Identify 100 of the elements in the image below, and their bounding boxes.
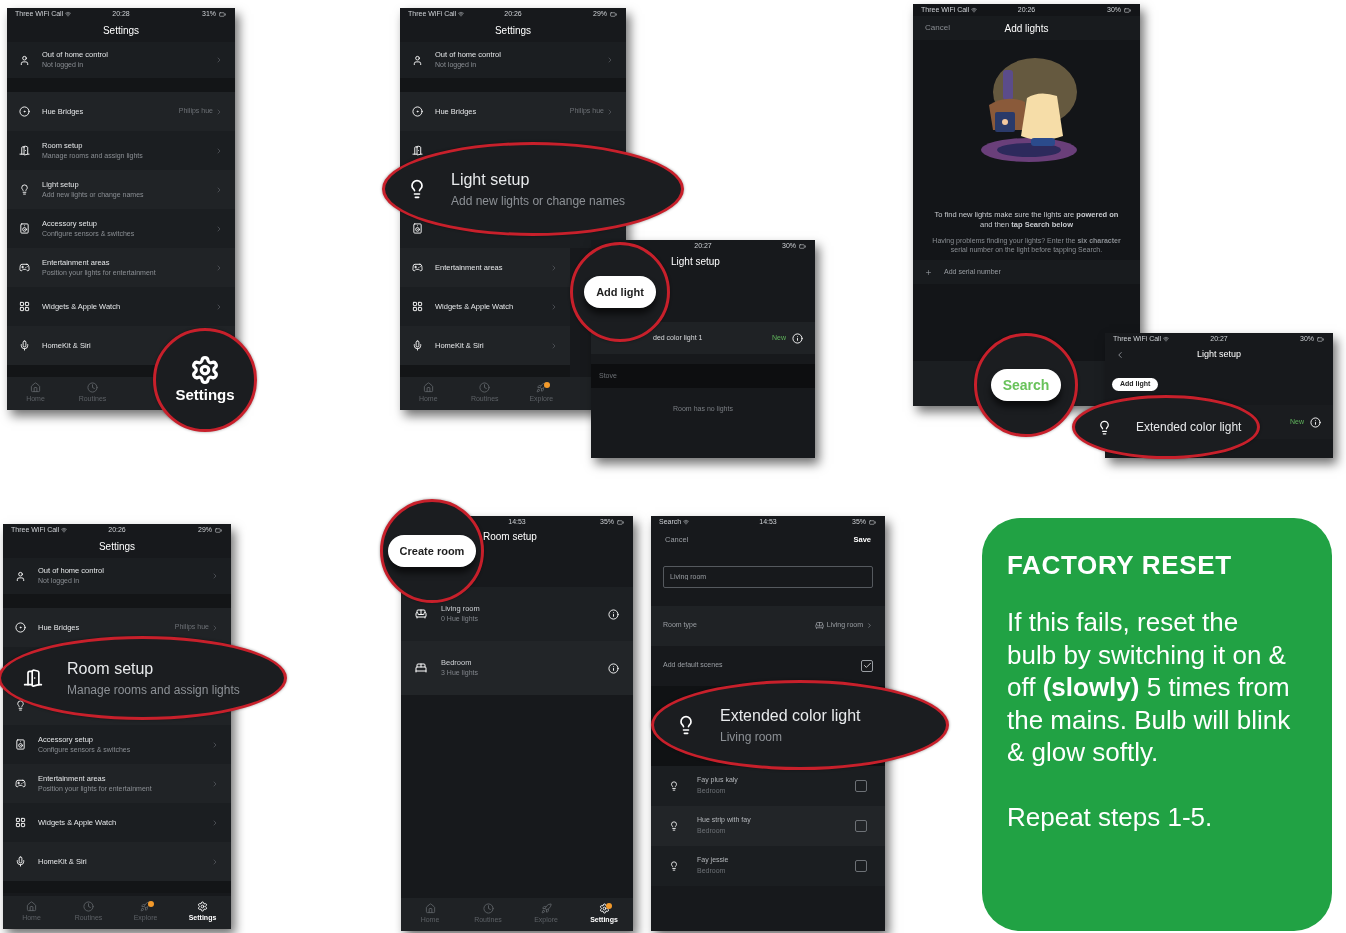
speaker-icon <box>15 739 26 750</box>
settings-icon <box>598 903 610 915</box>
row-subtitle: Add new lights or change names <box>451 193 626 210</box>
wifi-icon <box>683 519 690 525</box>
chevron-icon <box>215 302 223 311</box>
door-icon <box>19 145 30 156</box>
row-title: Extended color light <box>1136 419 1242 436</box>
person-icon <box>15 570 26 582</box>
info-icon[interactable] <box>1310 416 1321 428</box>
grid-icon <box>412 301 423 312</box>
screen-title: Light setup <box>670 255 721 269</box>
chevron-icon <box>550 263 558 272</box>
lightbulb-icon <box>15 700 26 711</box>
home-icon <box>422 382 434 394</box>
lightbulb-icon <box>669 860 679 871</box>
lightbulb-icon <box>19 184 30 195</box>
battery-icon <box>798 242 807 250</box>
door-icon <box>23 668 43 688</box>
info-icon[interactable] <box>792 332 803 344</box>
wifi-icon <box>1163 336 1170 342</box>
settings-icon <box>197 901 208 913</box>
note-text: Repeat steps 1-5. <box>1007 800 1214 833</box>
checkbox[interactable] <box>855 859 867 872</box>
note-title: FACTORY RESET <box>1007 550 1233 580</box>
chevron-icon <box>215 224 223 233</box>
microphone-icon <box>15 856 26 867</box>
app-button[interactable]: Add light <box>584 276 656 308</box>
grid-icon <box>15 817 26 828</box>
screen-title: Settings <box>493 24 533 38</box>
battery-icon <box>609 10 618 18</box>
gamepad-icon <box>412 262 423 273</box>
cancel-link[interactable]: Cancel <box>925 22 950 34</box>
chevron-icon <box>211 779 219 788</box>
chevron-icon <box>215 146 223 155</box>
checkbox[interactable] <box>861 659 873 672</box>
lightbulb-icon <box>669 820 679 831</box>
sofa-icon <box>415 608 427 620</box>
back-icon[interactable] <box>1115 350 1125 360</box>
checkbox[interactable] <box>855 779 867 792</box>
clock-icon <box>479 382 491 394</box>
chevron-icon <box>211 740 219 749</box>
rocket-icon <box>535 382 547 394</box>
rocket-icon <box>540 903 552 915</box>
grid-icon <box>19 301 30 312</box>
info-icon[interactable] <box>608 608 619 620</box>
check-icon <box>862 661 872 670</box>
wifi-icon <box>971 7 978 13</box>
info-icon[interactable] <box>608 662 619 674</box>
chevron-icon <box>215 185 223 194</box>
gamepad-icon <box>15 778 26 789</box>
chevron-icon <box>550 341 558 350</box>
checkbox[interactable] <box>855 819 867 832</box>
row-title: Light setup <box>451 170 531 190</box>
speaker-icon <box>19 223 30 234</box>
chevron-icon <box>211 818 219 827</box>
bridge-icon <box>15 622 26 633</box>
wifi-icon <box>458 11 465 17</box>
chevron-icon <box>606 56 614 64</box>
microphone-icon <box>412 340 423 351</box>
screen-title: Room setup <box>482 530 538 544</box>
screen-title: Light setup <box>1196 348 1241 362</box>
clock-icon <box>87 382 98 394</box>
chevron-icon <box>215 56 223 64</box>
home-icon <box>26 901 37 913</box>
chevron-icon <box>211 857 219 866</box>
screen-title: Add lights <box>1004 21 1049 36</box>
chevron-icon <box>606 107 614 116</box>
gamepad-icon <box>19 262 30 273</box>
bridge-icon <box>412 106 423 117</box>
speaker-icon <box>412 223 423 234</box>
row-title: Room setup <box>67 659 155 679</box>
chevron-icon <box>215 107 223 116</box>
chevron-icon <box>550 302 558 311</box>
battery-icon <box>616 518 625 526</box>
chevron-icon <box>211 572 219 580</box>
chevron-icon <box>215 263 223 272</box>
screen-title: Settings <box>101 24 141 38</box>
battery-icon <box>868 518 877 526</box>
wifi-icon <box>61 527 68 533</box>
note-text: If this fails, reset the bulb by switching it on & off (slowly) 5 times from the mains. Bulb will blink & glow softly. <box>1007 606 1292 769</box>
battery-icon <box>218 10 227 18</box>
plus-icon <box>925 268 932 276</box>
row-subtitle: Manage rooms and assign lights <box>67 682 240 699</box>
person-icon <box>19 54 30 66</box>
app-button[interactable]: Create room <box>387 535 477 567</box>
chevron-icon <box>866 622 873 629</box>
wifi-icon <box>65 11 72 17</box>
bridge-icon <box>19 106 30 117</box>
bed-icon <box>415 662 427 674</box>
rocket-icon <box>140 901 151 913</box>
battery-icon <box>214 526 223 534</box>
clock-icon <box>83 901 94 913</box>
lightbulb-icon <box>1097 419 1112 435</box>
battery-icon <box>1123 6 1132 14</box>
battery-icon <box>1316 335 1325 343</box>
microphone-icon <box>19 340 30 351</box>
clock-icon <box>482 903 494 915</box>
row-title: Extended color light <box>720 706 861 726</box>
screen-title: Settings <box>97 540 137 554</box>
home-icon <box>424 903 436 915</box>
